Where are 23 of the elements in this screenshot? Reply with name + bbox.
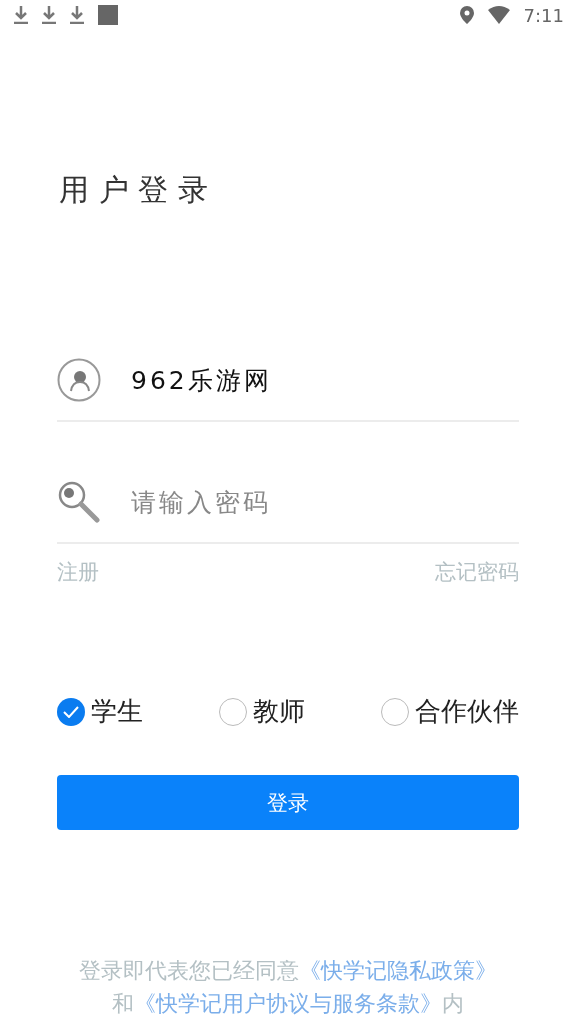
download-icon bbox=[42, 6, 56, 24]
download-icon bbox=[14, 6, 28, 24]
download-icon bbox=[70, 6, 84, 24]
password-field[interactable]: 请输入密码 bbox=[129, 486, 519, 518]
username-field[interactable]: 962乐游网 bbox=[129, 364, 519, 396]
login-button[interactable]: 登录 bbox=[57, 775, 519, 830]
role-option[interactable]: 学生 bbox=[57, 694, 143, 729]
page-title: 用 户 登 录 bbox=[59, 171, 209, 209]
radio-button[interactable] bbox=[57, 697, 85, 726]
role-option[interactable]: 合作伙伴 bbox=[381, 694, 519, 729]
role-option[interactable]: 教师 bbox=[219, 694, 305, 729]
radio-button[interactable] bbox=[381, 697, 409, 726]
wifi-icon bbox=[487, 6, 510, 24]
square-icon bbox=[98, 5, 118, 25]
checkmark-icon bbox=[63, 705, 79, 718]
location-icon bbox=[459, 6, 474, 24]
radio-button[interactable] bbox=[219, 697, 247, 726]
terms-notice: 登录即代表您已经同意《快学记隐私政策》 和《快学记用户协议与服务条款》内 bbox=[78, 957, 498, 1018]
privacy-policy-link[interactable]: 《快学记隐私政策》 bbox=[299, 958, 497, 983]
status-time: 7:11 bbox=[523, 4, 564, 26]
user-agreement-link[interactable]: 《快学记用户协议与服务条款》 bbox=[134, 991, 442, 1016]
register-link[interactable]: 注册 bbox=[57, 558, 99, 586]
user-icon bbox=[57, 358, 101, 402]
